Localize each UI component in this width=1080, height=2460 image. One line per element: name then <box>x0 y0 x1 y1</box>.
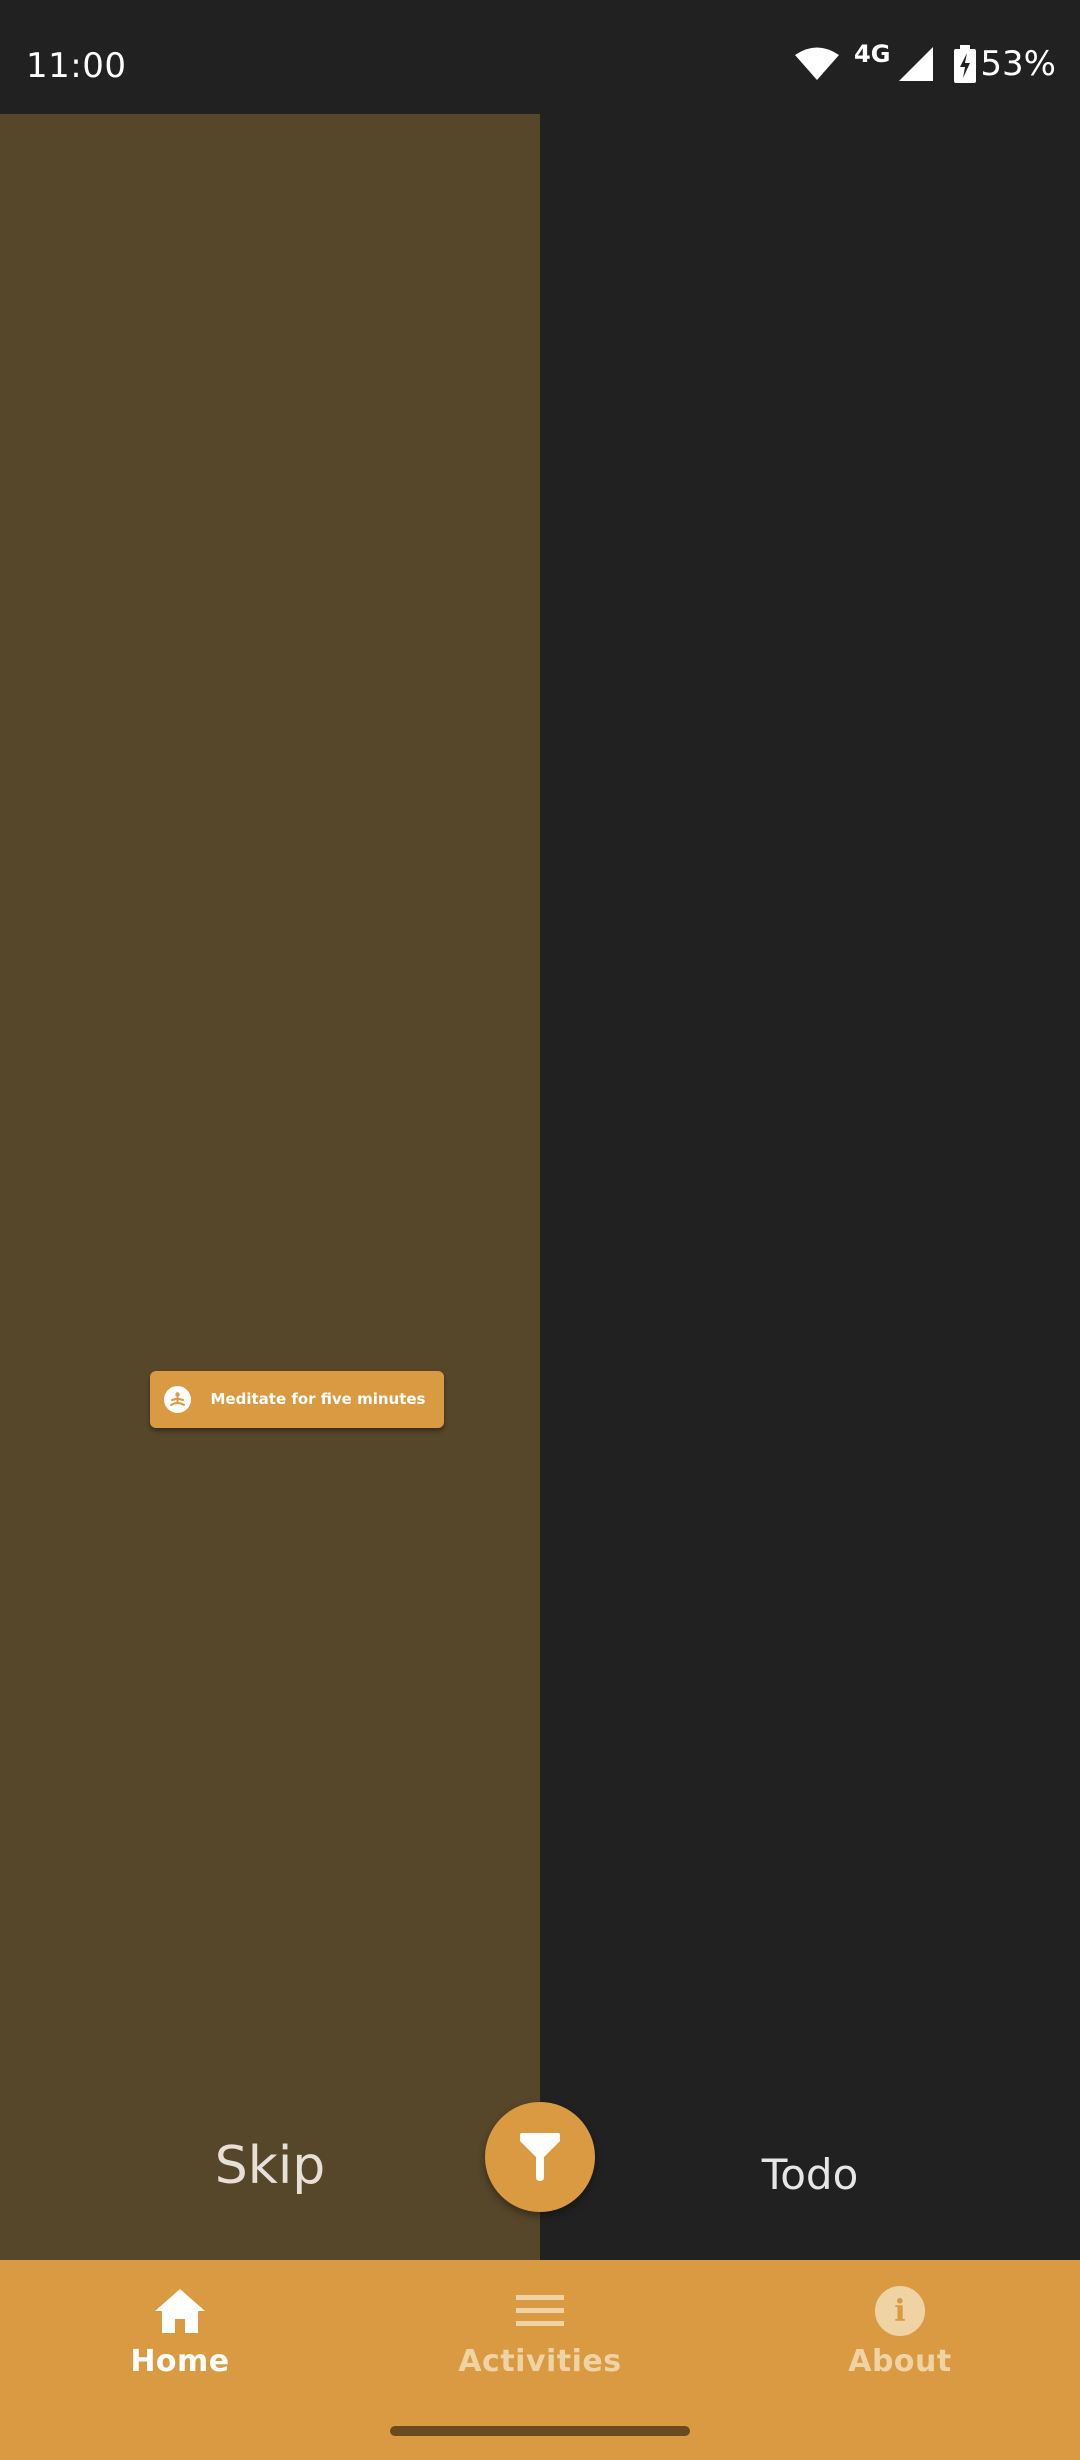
gesture-bar[interactable] <box>390 2426 690 2436</box>
activity-card[interactable]: Meditate for five minutes <box>150 1371 444 1428</box>
wifi-icon <box>795 47 840 80</box>
network-type-label: 4G <box>854 40 891 68</box>
meditation-icon <box>164 1386 191 1413</box>
home-icon <box>153 2284 207 2338</box>
status-icons: 4G 53% <box>794 40 1056 84</box>
nav-item-activities[interactable]: Activities <box>390 2260 690 2390</box>
nav-label-about: About <box>848 2344 952 2379</box>
list-icon <box>513 2284 567 2338</box>
status-bar: 11:00 4G 53% <box>0 0 1080 114</box>
signal-icon <box>899 47 934 81</box>
status-time: 11:00 <box>26 46 127 86</box>
battery-charging-icon <box>954 45 977 83</box>
filter-button[interactable] <box>485 2102 595 2212</box>
nav-item-home[interactable]: Home <box>30 2260 330 2390</box>
todo-column[interactable] <box>540 114 1080 2260</box>
skip-column[interactable] <box>0 114 540 2260</box>
battery-percentage: 53% <box>980 44 1056 84</box>
skip-column-label: Skip <box>214 2136 326 2196</box>
todo-column-label: Todo <box>761 2150 859 2199</box>
activity-label: Meditate for five minutes <box>210 1390 426 1408</box>
nav-label-home: Home <box>130 2344 230 2379</box>
nav-item-about[interactable]: i About <box>750 2260 1050 2390</box>
filter-icon <box>520 2133 560 2181</box>
info-icon: i <box>873 2284 927 2338</box>
nav-label-activities: Activities <box>458 2344 622 2379</box>
